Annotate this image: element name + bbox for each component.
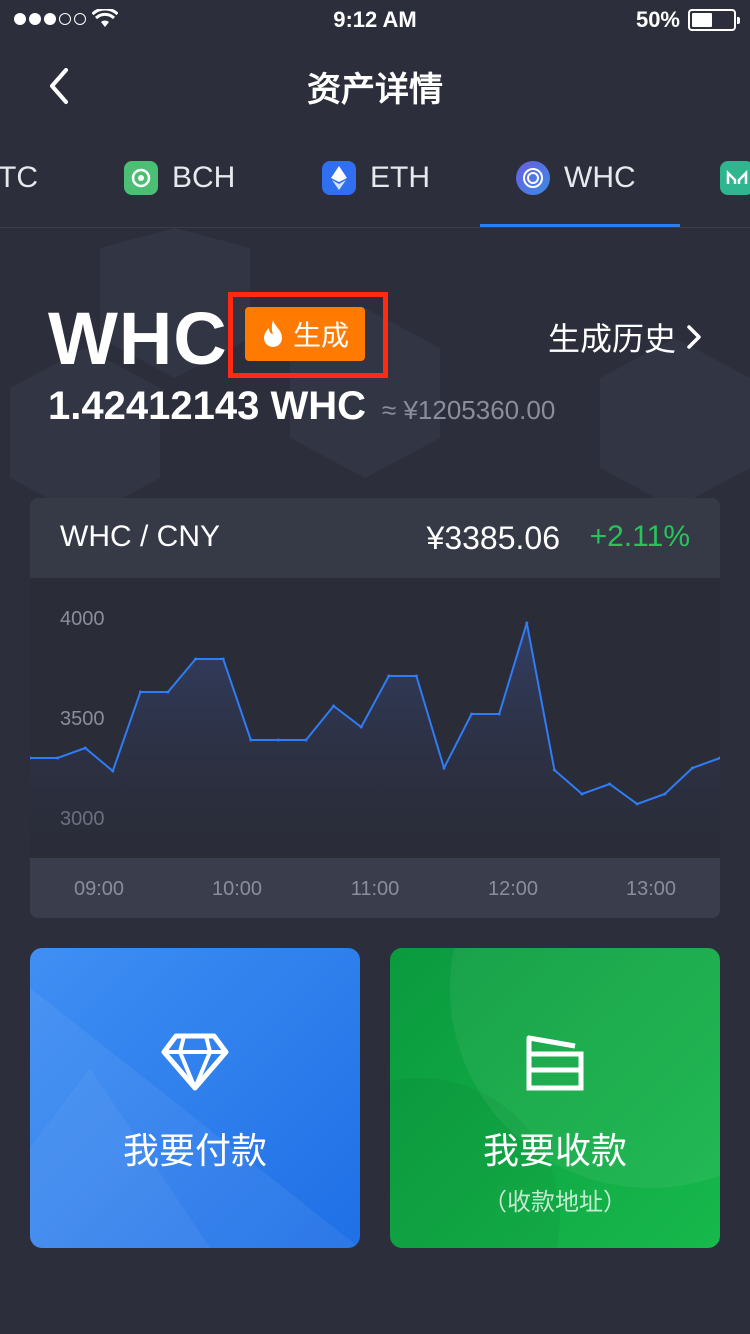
bch-coin-icon: [124, 161, 158, 195]
chart-point: [580, 792, 584, 796]
chart-point: [83, 746, 87, 750]
chart-point: [414, 674, 418, 678]
generate-history-link[interactable]: 生成历史: [548, 314, 702, 360]
balance-amount: 1.42412143 WHC: [48, 384, 366, 428]
x-tick-label: 10:00: [212, 878, 262, 900]
x-tick-label: 09:00: [74, 878, 124, 900]
mkr-coin-icon: [720, 161, 750, 195]
x-tick-label: 12:00: [488, 878, 538, 900]
generate-history-label: 生成历史: [547, 321, 676, 357]
receive-label: 我要收款: [482, 1130, 627, 1171]
chart-point: [635, 802, 639, 806]
price-area-fill: [30, 623, 720, 858]
tab-label: ETH: [370, 161, 430, 194]
chart-point: [276, 738, 280, 742]
generate-label: 生成: [292, 320, 349, 351]
price-chart-card: WHC / CNY ¥3385.06 +2.11% 400035003000 0…: [30, 498, 720, 918]
chart-point: [608, 782, 612, 786]
tab-label: WHC: [564, 161, 636, 194]
chart-point: [138, 690, 142, 694]
battery-icon: [688, 9, 740, 31]
balance-row: 1.42412143 WHC ≈ ¥1205360.00: [48, 384, 555, 429]
chart-point: [166, 690, 170, 694]
chart-point: [194, 657, 198, 661]
chart-point: [663, 792, 667, 796]
chart-point: [442, 766, 446, 770]
battery-percent: 50%: [635, 7, 680, 32]
eth-coin-icon: [322, 161, 356, 195]
current-price: ¥3385.06: [426, 520, 560, 556]
tab-eth[interactable]: ETH: [322, 128, 430, 227]
chart-plot-area: 400035003000: [30, 578, 720, 858]
coin-tab-bar: TC BCH ETH WHC: [0, 128, 750, 228]
chart-point: [552, 768, 556, 772]
chart-point: [525, 621, 529, 625]
chart-point: [249, 738, 253, 742]
generate-button[interactable]: 生成: [245, 307, 365, 361]
pay-label: 我要付款: [122, 1130, 267, 1171]
chart-point: [690, 766, 694, 770]
card-decoration: [30, 988, 360, 1248]
tab-label: BCH: [172, 161, 236, 194]
fiat-value: ≈ ¥1205360.00: [381, 395, 556, 425]
receive-button[interactable]: 我要收款 （收款地址）: [390, 948, 720, 1248]
battery-indicator: 50%: [635, 7, 740, 33]
receive-box-icon: [520, 1032, 590, 1092]
whc-coin-icon: [516, 161, 550, 195]
chart-point: [332, 704, 336, 708]
chart-header: WHC / CNY ¥3385.06 +2.11%: [30, 498, 720, 578]
price-chart: 400035003000: [30, 608, 720, 858]
tab-mkr[interactable]: [720, 128, 750, 227]
x-tick-label: 13:00: [626, 878, 676, 900]
price-change: +2.11%: [589, 520, 690, 553]
asset-symbol: WHC: [48, 297, 228, 380]
chart-point: [221, 657, 225, 661]
chart-point: [359, 725, 363, 729]
receive-sublabel: （收款地址）: [483, 1189, 627, 1216]
nav-bar: 资产详情: [0, 40, 750, 128]
chart-point: [497, 712, 501, 716]
chart-point: [470, 712, 474, 716]
tab-label: TC: [0, 161, 38, 194]
tab-whc[interactable]: WHC: [516, 128, 636, 227]
x-tick-label: 11:00: [351, 878, 400, 900]
pay-button[interactable]: 我要付款: [30, 948, 360, 1248]
y-tick-label: 3500: [60, 708, 105, 730]
tab-bch[interactable]: BCH: [124, 128, 236, 227]
chart-x-axis: 09:00 10:00 11:00 12:00 13:00: [30, 858, 720, 918]
chart-point: [56, 756, 60, 760]
tab-btc[interactable]: TC: [0, 128, 38, 227]
status-bar: 9:12 AM 50%: [0, 0, 750, 40]
chart-point: [387, 674, 391, 678]
y-tick-label: 4000: [60, 608, 105, 630]
flame-icon: [263, 320, 282, 347]
chart-point: [111, 769, 115, 773]
trading-pair: WHC / CNY: [60, 520, 220, 553]
chevron-right-icon: [687, 325, 701, 349]
chart-point: [304, 738, 308, 742]
page-title: 资产详情: [307, 71, 443, 109]
diamond-icon: [160, 1032, 230, 1092]
